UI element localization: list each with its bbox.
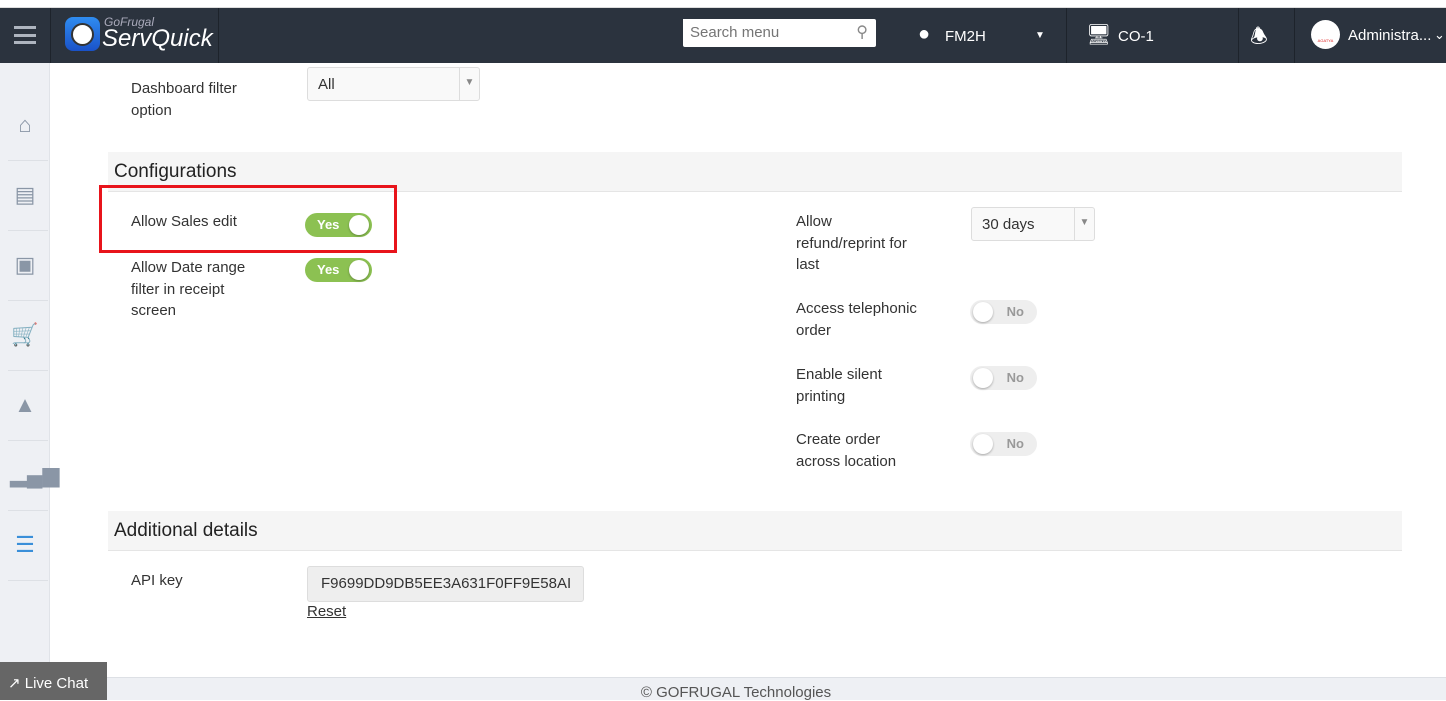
cross-location-label: Create order across location	[796, 431, 897, 470]
section-additional-details: Additional details	[108, 511, 1402, 551]
search-input[interactable]	[683, 19, 843, 45]
user-menu[interactable]: Administra...	[1348, 27, 1431, 44]
sidebar-item-orders[interactable]: ▤	[10, 180, 40, 210]
toggle-text: No	[1006, 436, 1024, 451]
refund-days-value: 30 days	[982, 216, 1035, 233]
sidebar-item-settings[interactable]: ☰	[10, 530, 40, 560]
api-key-field[interactable]: F9699DD9DB5EE3A631F0FF9E58AI	[307, 566, 584, 602]
api-key-label: API key	[131, 572, 183, 589]
dashboard-filter-label: Dashboard filter option	[131, 80, 237, 119]
search-icon[interactable]: ⚲	[856, 22, 868, 42]
allow-date-range-toggle[interactable]: Yes	[305, 258, 372, 282]
menu-icon[interactable]	[14, 26, 36, 44]
sidebar: ⌂ ▤ ▣ 🛒 ▲ ▂▄▆ ☰	[0, 63, 59, 677]
brand-name: ServQuick	[102, 25, 213, 52]
telephonic-order-label: Access telephonic order	[796, 300, 917, 339]
app-logo-icon	[65, 17, 100, 51]
sidebar-item-delivery[interactable]: ▣	[10, 250, 40, 280]
sidebar-item-home[interactable]: ⌂	[10, 110, 40, 140]
bell-icon[interactable]: 🕭	[1250, 22, 1268, 56]
live-chat-button[interactable]: ↗ Live Chat	[0, 662, 107, 700]
telephonic-order-toggle[interactable]: No	[970, 300, 1037, 324]
top-header: GoFrugal ServQuick ⚲ ● FM2H ▼ 🖥 CO-1 🕭 A…	[0, 8, 1446, 63]
allow-sales-edit-label: Allow Sales edit	[131, 213, 237, 230]
computer-icon: 🖥	[1086, 24, 1112, 46]
refund-reprint-label: Allow refund/reprint for last	[796, 213, 907, 273]
chevron-down-icon[interactable]: ▼	[1035, 30, 1045, 41]
search-menu[interactable]: ⚲	[683, 19, 876, 47]
sidebar-item-cart[interactable]: 🛒	[10, 320, 40, 350]
avatar-text: AGATYA	[1317, 38, 1334, 43]
toggle-text: No	[1006, 370, 1024, 385]
refund-days-select[interactable]: 30 days ▼	[971, 207, 1095, 241]
sidebar-item-kitchen[interactable]: ▲	[10, 390, 40, 420]
allow-date-range-label: Allow Date range filter in receipt scree…	[131, 259, 246, 319]
dashboard-filter-value: All	[318, 76, 335, 93]
allow-sales-edit-toggle[interactable]: Yes	[305, 213, 372, 237]
reset-link[interactable]: Reset	[307, 603, 346, 620]
chevron-down-icon: ▼	[459, 68, 479, 100]
cross-location-toggle[interactable]: No	[970, 432, 1037, 456]
toggle-text: No	[1006, 304, 1024, 319]
location-selector[interactable]: FM2H	[945, 28, 986, 45]
footer: © GOFRUGAL Technologies	[50, 677, 1446, 701]
location-pin-icon: ●	[918, 23, 931, 45]
toggle-text: Yes	[317, 262, 340, 277]
chevron-down-icon: ▼	[1074, 208, 1094, 240]
footer-text: © GOFRUGAL Technologies	[640, 684, 832, 701]
toggle-text: Yes	[317, 217, 340, 232]
counter-label[interactable]: CO-1	[1118, 28, 1154, 45]
sidebar-item-reports[interactable]: ▂▄▆	[10, 460, 59, 490]
chevron-down-icon[interactable]: ⌄	[1434, 27, 1445, 43]
live-chat-label: Live Chat	[24, 675, 89, 692]
external-link-icon: ↗	[8, 675, 21, 692]
silent-printing-toggle[interactable]: No	[970, 366, 1037, 390]
avatar[interactable]: AGATYA	[1311, 20, 1340, 49]
dashboard-filter-select[interactable]: All ▼	[307, 67, 480, 101]
browser-strip	[0, 0, 1446, 8]
silent-printing-label: Enable silent printing	[796, 366, 882, 405]
